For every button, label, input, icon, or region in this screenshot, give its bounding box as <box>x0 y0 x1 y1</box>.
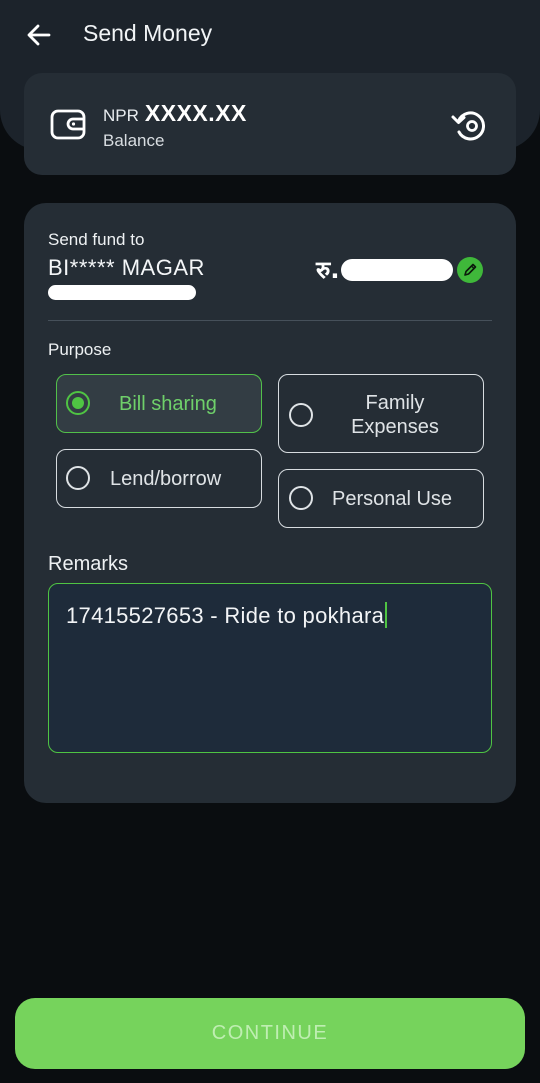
purpose-option-bill-sharing[interactable]: Bill sharing <box>56 374 262 433</box>
wallet-icon <box>50 109 86 140</box>
rupee-symbol: रु. <box>316 256 340 284</box>
purpose-option-label: Bill sharing <box>119 393 217 415</box>
continue-label: CONTINUE <box>211 1022 329 1044</box>
app-header: Send Money <box>0 0 540 72</box>
divider <box>48 320 492 321</box>
send-fund-label: Send fund to <box>48 230 145 249</box>
radio-unselected-icon <box>289 403 313 427</box>
balance-line: NPR XXXX.XX <box>103 100 247 127</box>
remarks-value: 17415527653 - Ride to pokhara <box>66 602 388 629</box>
recipient-name: BI***** MAGAR <box>48 255 205 280</box>
continue-button[interactable]: CONTINUE <box>15 998 525 1069</box>
radio-selected-icon <box>66 391 90 415</box>
radio-unselected-icon <box>66 466 90 490</box>
refresh-icon[interactable] <box>448 103 492 147</box>
remarks-input[interactable]: 17415527653 - Ride to pokhara <box>48 583 492 753</box>
balance-card: NPR XXXX.XX Balance <box>24 73 516 175</box>
purpose-label: Purpose <box>48 340 112 359</box>
purpose-option-lend-borrow[interactable]: Lend/borrow <box>56 449 262 508</box>
radio-unselected-icon <box>289 486 313 510</box>
remarks-label: Remarks <box>48 553 129 575</box>
purpose-option-label: Lend/borrow <box>110 468 222 490</box>
edit-amount-icon[interactable] <box>457 256 484 283</box>
balance-amount: XXXX.XX <box>144 100 247 126</box>
send-form-card: Send fund to BI***** MAGAR रु. Purpose B… <box>24 203 516 803</box>
back-button[interactable] <box>18 14 60 56</box>
amount-display: रु. <box>316 253 484 286</box>
purpose-option-label: Personal Use <box>332 488 453 510</box>
page-title: Send Money <box>83 20 213 46</box>
text-caret <box>385 602 388 628</box>
purpose-option-family-expenses[interactable]: Family Expenses <box>278 374 484 453</box>
arrow-left-icon <box>27 24 51 46</box>
purpose-option-label: Family Expenses <box>351 392 439 438</box>
amount-mask <box>341 258 454 281</box>
balance-currency: NPR <box>103 106 139 125</box>
balance-label: Balance <box>103 131 165 150</box>
recipient-account-mask <box>48 285 196 300</box>
purpose-option-personal-use[interactable]: Personal Use <box>278 469 484 528</box>
